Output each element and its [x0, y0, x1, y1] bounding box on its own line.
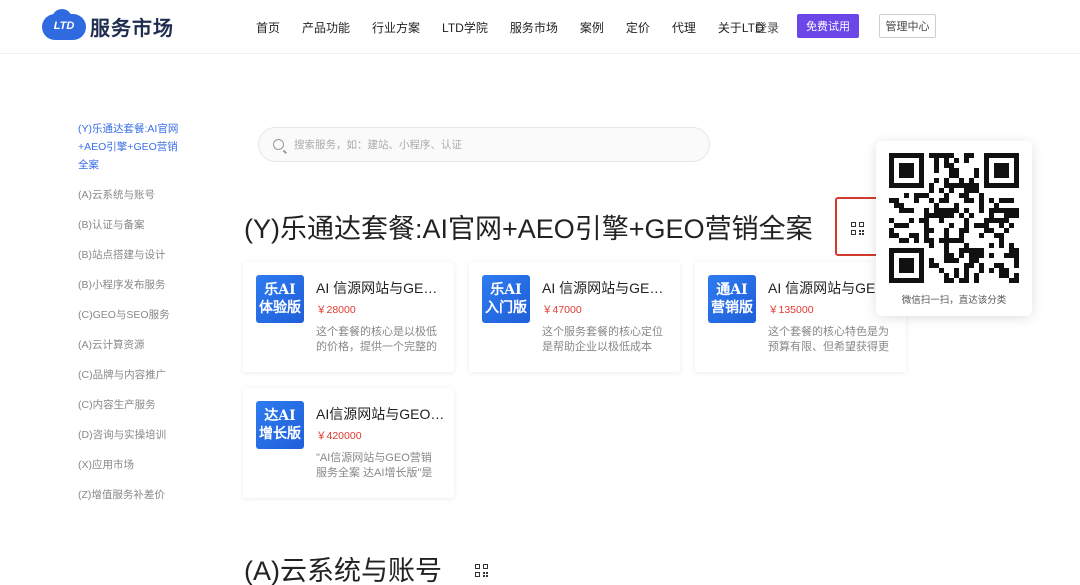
main-nav: 首页 产品功能 行业方案 LTD学院 服务市场 案例 定价 代理 关于LTD: [256, 19, 786, 36]
sidebar-item-consulting[interactable]: (D)咨询与实操培训: [78, 428, 188, 443]
qr-caption: 微信扫一扫，直达该分类: [901, 295, 1007, 306]
search-icon: [273, 139, 284, 150]
package-title: AI 信源网站与GEO营销服务全案: [316, 280, 446, 296]
nav-solutions[interactable]: 行业方案: [372, 19, 420, 36]
package-card[interactable]: 达AI增长版 AI信源网站与GEO营销服务全案 ￥420000 "AI信源网站与…: [243, 388, 454, 498]
package-desc: 这个套餐的核心是以极低的价格，提供一个完整的入门体验: [316, 326, 437, 353]
nav-academy[interactable]: LTD学院: [442, 19, 488, 36]
logo-title: 服务市场: [90, 18, 174, 40]
package-title: AI信源网站与GEO营销服务全案: [316, 406, 446, 422]
package-thumbnail: 乐AI 体验版: [256, 275, 304, 323]
section-title-y: (Y)乐通达套餐:AI官网+AEO引擎+GEO营销全案: [244, 214, 813, 244]
logo-mark-text: LTD: [53, 19, 75, 32]
package-title: AI 信源网站与GEO营销服务全案: [542, 280, 672, 296]
sidebar-item-brand[interactable]: (C)品牌与内容推广: [78, 368, 188, 383]
sidebar-item-y[interactable]: (Y)乐通达套餐:AI官网+AEO引擎+GEO营销全案: [78, 120, 188, 174]
package-card[interactable]: 乐AI体验版 AI 信源网站与GEO营销服务全案 ￥28000 这个套餐的核心是…: [243, 262, 454, 372]
nav-marketplace[interactable]: 服务市场: [510, 19, 558, 36]
package-card[interactable]: 乐AI入门版 AI 信源网站与GEO营销服务全案 ￥47000 这个服务套餐的核…: [469, 262, 680, 372]
sidebar-item-miniprogram[interactable]: (B)小程序发布服务: [78, 278, 188, 293]
package-thumbnail: 通AI 营销版: [708, 275, 756, 323]
login-link[interactable]: 登录: [755, 19, 779, 36]
nav-features[interactable]: 产品功能: [302, 19, 350, 36]
sidebar-item-cloud-system[interactable]: (A)云系统与账号: [78, 188, 188, 203]
site-logo[interactable]: LTD 服务市场: [42, 8, 174, 41]
sidebar-item-site-build[interactable]: (B)站点搭建与设计: [78, 248, 188, 263]
nav-pricing[interactable]: 定价: [626, 19, 650, 36]
sidebar-item-app-market[interactable]: (X)应用市场: [78, 458, 188, 473]
ltd-logo-icon: LTD: [42, 8, 86, 40]
sidebar-item-value-added[interactable]: (Z)增值服务补差价: [78, 488, 188, 503]
nav-home[interactable]: 首页: [256, 19, 280, 36]
package-desc: 这个套餐的核心特色是为预算有限、但希望获得更多: [768, 326, 889, 353]
wechat-qr-code: [889, 153, 1019, 283]
package-price: ￥420000: [316, 430, 362, 442]
search-bar[interactable]: [258, 127, 710, 162]
package-thumbnail: 乐AI 入门版: [482, 275, 530, 323]
nav-cases[interactable]: 案例: [580, 19, 604, 36]
sidebar-item-cloud-compute[interactable]: (A)云计算资源: [78, 338, 188, 353]
free-trial-button[interactable]: 免费试用: [797, 14, 859, 38]
qr-code-icon[interactable]: [475, 564, 489, 578]
package-price: ￥135000: [768, 304, 814, 316]
nav-agent[interactable]: 代理: [672, 19, 696, 36]
section-title-a: (A)云系统与账号: [244, 556, 442, 585]
sidebar-item-geo-seo[interactable]: (C)GEO与SEO服务: [78, 308, 188, 323]
admin-center-button[interactable]: 管理中心: [879, 14, 936, 38]
top-header: LTD 服务市场 首页 产品功能 行业方案 LTD学院 服务市场 案例 定价 代…: [0, 0, 1080, 54]
package-desc: "AI信源网站与GEO营销服务全案 达AI增长版"是一套完整方案: [316, 452, 433, 479]
sidebar-item-certification[interactable]: (B)认证与备案: [78, 218, 188, 233]
qr-highlight-box: [835, 197, 882, 256]
package-price: ￥47000: [542, 304, 582, 316]
sidebar-item-content[interactable]: (C)内容生产服务: [78, 398, 188, 413]
search-input[interactable]: [294, 138, 694, 151]
category-sidebar: (Y)乐通达套餐:AI官网+AEO引擎+GEO营销全案 (A)云系统与账号 (B…: [78, 120, 188, 503]
package-card[interactable]: 通AI营销版 AI 信源网站与GEO营销 ￥135000 这个套餐的核心特色是为…: [695, 262, 906, 372]
qr-popup: 微信扫一扫，直达该分类: [876, 141, 1032, 316]
package-desc: 这个服务套餐的核心定位是帮助企业以极低成本: [542, 326, 663, 353]
package-price: ￥28000: [316, 304, 356, 316]
package-thumbnail: 达AI 增长版: [256, 401, 304, 449]
